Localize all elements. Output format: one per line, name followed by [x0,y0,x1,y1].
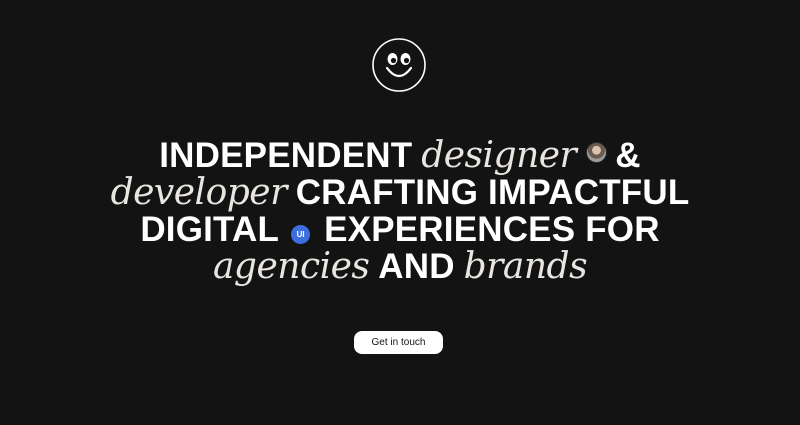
headline-word-and: AND [378,247,455,286]
headline-word-ampersand: & [615,136,641,175]
headline-word-designer: designer [421,135,577,176]
designer-avatar-icon [586,142,608,163]
headline-word-digital: DIGITAL [140,210,280,249]
headline-word-brands: brands [463,246,588,287]
headline-word-crafting-impactful: CRAFTING IMPACTFUL [295,173,690,212]
headline-line-4: agencies AND brands [100,248,700,285]
headline-word-independent: INDEPENDENT [159,136,413,175]
get-in-touch-button[interactable]: Get in touch [354,331,443,354]
smiley-logo-icon[interactable] [372,38,426,92]
headline-line-3: DIGITAL UI EXPERIENCES FOR [100,211,700,248]
headline-line-2: developer CRAFTING IMPACTFUL [100,174,700,211]
ui-badge-icon: UI [291,225,311,244]
hero-headline: INDEPENDENT designer & developer CRAFTING… [100,137,700,285]
headline-word-agencies: agencies [212,246,370,287]
headline-word-developer: developer [110,172,288,213]
page: INDEPENDENT designer & developer CRAFTING… [0,0,800,425]
headline-line-1: INDEPENDENT designer & [100,137,700,174]
headline-word-experiences-for: EXPERIENCES FOR [324,210,660,249]
